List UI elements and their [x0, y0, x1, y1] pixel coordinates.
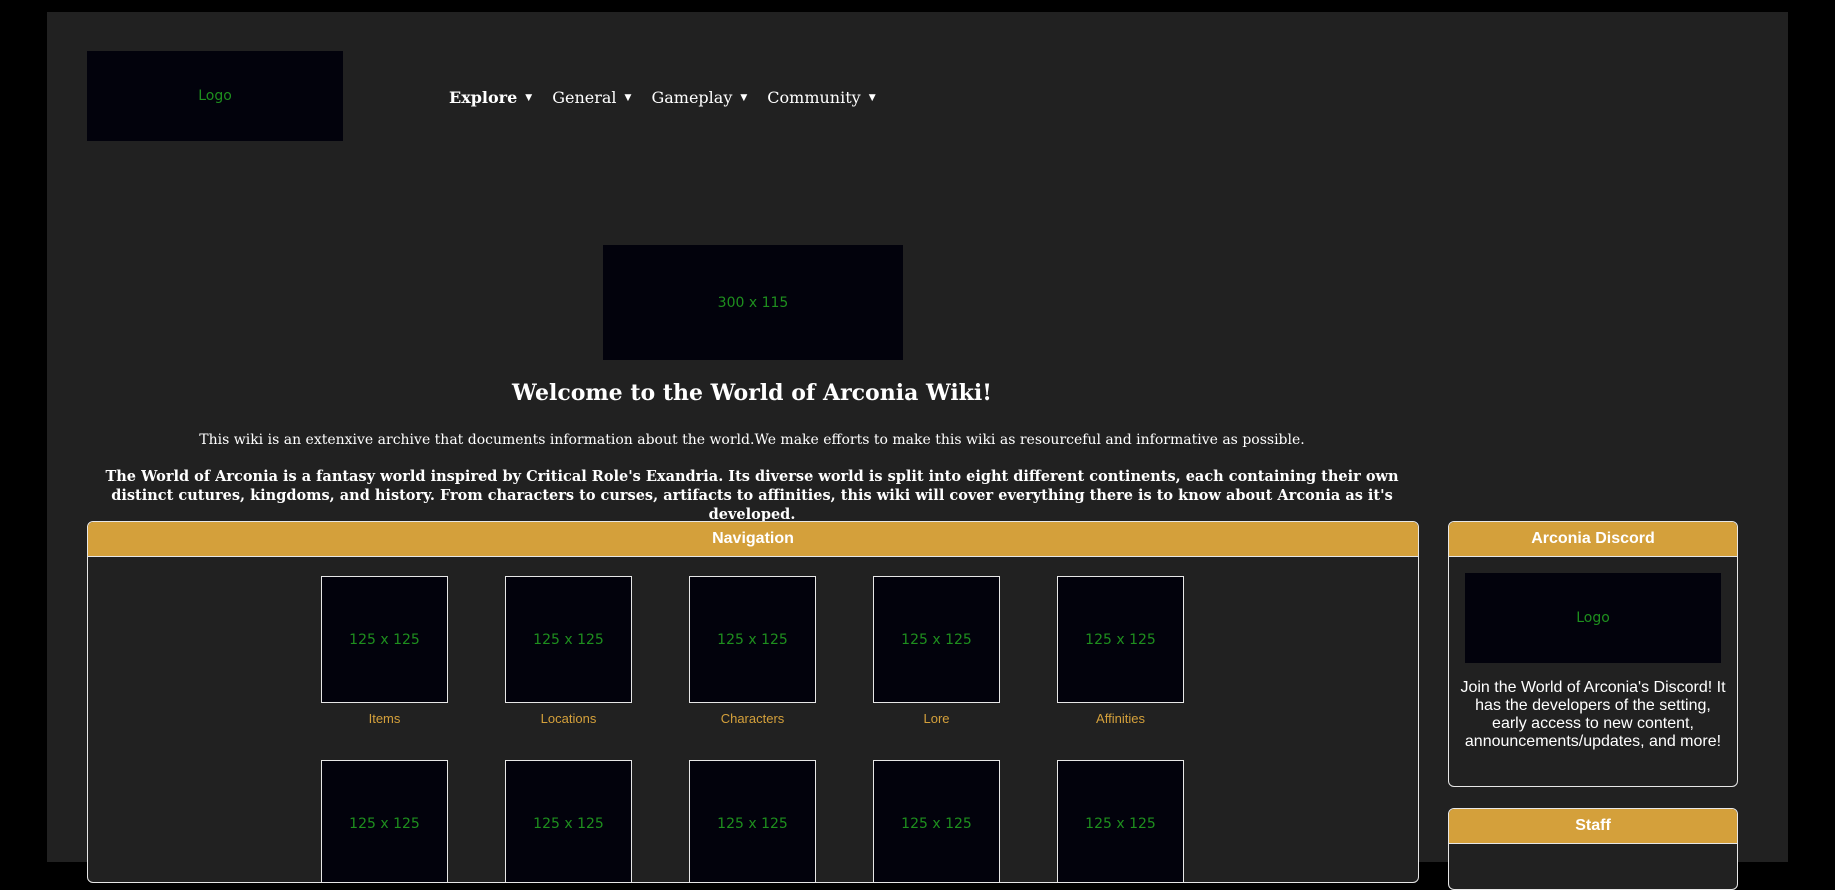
discord-description: Join the World of Arconia's Discord! It …: [1460, 679, 1726, 750]
nav-tile[interactable]: 125 x 125: [873, 760, 1000, 882]
caret-down-icon: ▼: [525, 92, 533, 103]
nav-tile[interactable]: 125 x 125: [321, 760, 448, 882]
nav-tile-lore[interactable]: 125 x 125 Lore: [873, 576, 1000, 726]
nav-explore-label: Explore: [449, 88, 518, 107]
navigation-panel: Navigation 125 x 125 Items 125 x 125 Loc…: [87, 521, 1419, 883]
nav-tile-characters[interactable]: 125 x 125 Characters: [689, 576, 816, 726]
navigation-panel-title: Navigation: [88, 522, 1418, 557]
nav-gameplay-label: Gameplay: [651, 88, 733, 107]
tile-label[interactable]: Lore: [873, 711, 1000, 726]
nav-general-label: General: [552, 88, 617, 107]
tile-placeholder-text: 125 x 125: [901, 631, 972, 648]
tile-image[interactable]: 125 x 125: [505, 760, 632, 882]
tile-placeholder-text: 125 x 125: [1085, 815, 1156, 832]
hero-banner: 300 x 115: [603, 245, 903, 360]
intro-text: This wiki is an extenxive archive that d…: [199, 432, 1305, 448]
description-text: The World of Arconia is a fantasy world …: [105, 468, 1399, 523]
tile-label[interactable]: Affinities: [1057, 711, 1184, 726]
tile-label[interactable]: Characters: [689, 711, 816, 726]
page-title: Welcome to the World of Arconia Wiki!: [512, 380, 992, 406]
hero-banner-text: 300 x 115: [717, 294, 789, 311]
tile-image[interactable]: 125 x 125: [689, 760, 816, 882]
staff-panel-title: Staff: [1449, 809, 1737, 844]
tile-image[interactable]: 125 x 125: [873, 760, 1000, 882]
tile-image[interactable]: 125 x 125: [321, 576, 448, 703]
tile-image[interactable]: 125 x 125: [1057, 760, 1184, 882]
discord-logo-text: Logo: [1576, 610, 1610, 626]
tile-placeholder-text: 125 x 125: [717, 631, 788, 648]
tile-label[interactable]: Items: [321, 711, 448, 726]
caret-down-icon: ▼: [868, 92, 876, 103]
nav-tile-items[interactable]: 125 x 125 Items: [321, 576, 448, 726]
tile-image[interactable]: 125 x 125: [689, 576, 816, 703]
tile-label[interactable]: Locations: [505, 711, 632, 726]
site-logo-text: Logo: [198, 88, 232, 104]
tile-image[interactable]: 125 x 125: [321, 760, 448, 882]
tile-placeholder-text: 125 x 125: [901, 815, 972, 832]
nav-community-label: Community: [767, 88, 861, 107]
staff-panel: Staff: [1448, 808, 1738, 890]
tile-placeholder-text: 125 x 125: [533, 631, 604, 648]
tile-placeholder-text: 125 x 125: [717, 815, 788, 832]
caret-down-icon: ▼: [624, 92, 632, 103]
nav-tile-affinities[interactable]: 125 x 125 Affinities: [1057, 576, 1184, 726]
caret-down-icon: ▼: [740, 92, 748, 103]
discord-panel: Arconia Discord Logo Join the World of A…: [1448, 521, 1738, 787]
nav-tile[interactable]: 125 x 125: [689, 760, 816, 882]
tile-placeholder-text: 125 x 125: [349, 815, 420, 832]
site-logo[interactable]: Logo: [87, 51, 343, 141]
nav-tile-locations[interactable]: 125 x 125 Locations: [505, 576, 632, 726]
nav-gameplay[interactable]: Gameplay ▼: [651, 88, 747, 107]
tile-image[interactable]: 125 x 125: [1057, 576, 1184, 703]
nav-tile[interactable]: 125 x 125: [1057, 760, 1184, 882]
nav-tile[interactable]: 125 x 125: [505, 760, 632, 882]
page-container: Logo Explore ▼ General ▼ Gameplay ▼ Comm…: [47, 12, 1788, 890]
tile-placeholder-text: 125 x 125: [533, 815, 604, 832]
tile-image[interactable]: 125 x 125: [873, 576, 1000, 703]
nav-general[interactable]: General ▼: [552, 88, 631, 107]
nav-community[interactable]: Community ▼: [767, 88, 875, 107]
nav-explore[interactable]: Explore ▼: [449, 88, 532, 107]
main-nav: Explore ▼ General ▼ Gameplay ▼ Community…: [449, 88, 896, 107]
tile-image[interactable]: 125 x 125: [505, 576, 632, 703]
discord-panel-title: Arconia Discord: [1449, 522, 1737, 557]
tile-placeholder-text: 125 x 125: [349, 631, 420, 648]
discord-logo[interactable]: Logo: [1465, 573, 1721, 663]
tile-placeholder-text: 125 x 125: [1085, 631, 1156, 648]
